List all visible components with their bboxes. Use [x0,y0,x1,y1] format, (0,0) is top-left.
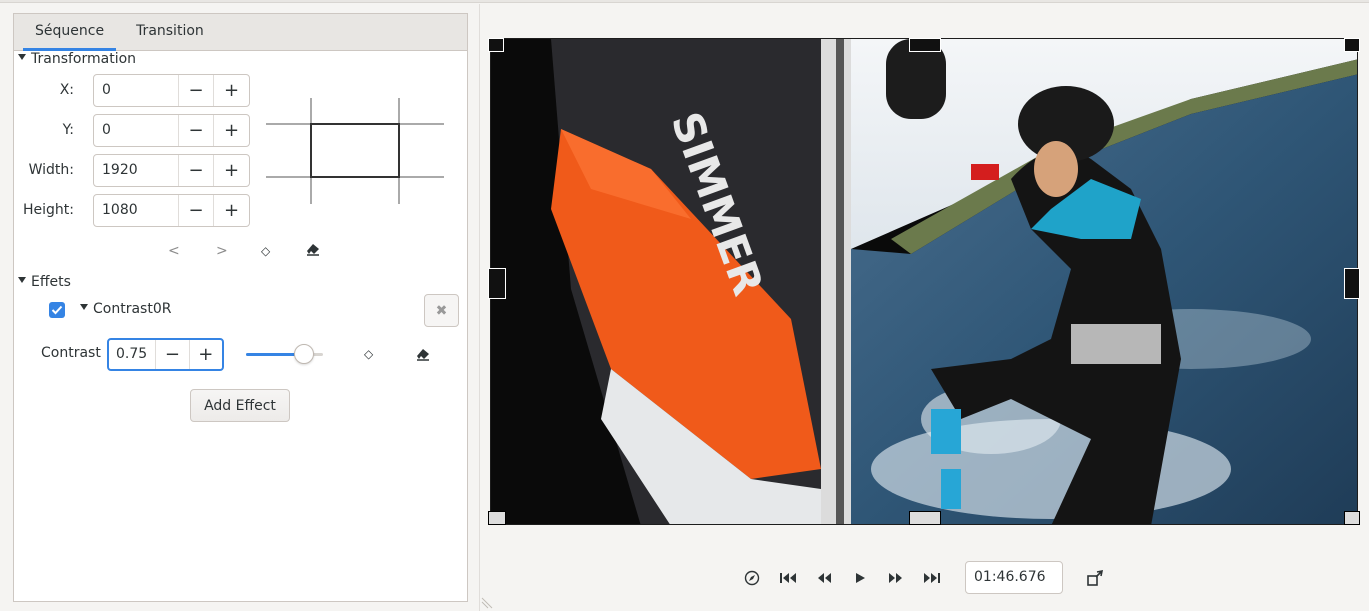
width-value[interactable]: 1920 [94,155,179,186]
y-label: Y: [62,122,74,138]
skip-to-start-button[interactable] [770,572,806,584]
contrast-reset-eraser-icon[interactable] [415,347,431,365]
jog-shuttle-button[interactable] [734,570,770,586]
tab-bar: Séquence Transition [14,14,467,51]
contrast-spinbox[interactable]: 0.75 − + [107,338,224,371]
reset-eraser-icon[interactable] [305,242,321,260]
height-decrement-button[interactable]: − [179,195,214,226]
y-value[interactable]: 0 [94,115,179,146]
video-frame-image: SIMMER [491,39,1357,524]
play-icon [856,573,865,583]
crop-handle-bottom-right[interactable] [1344,511,1360,525]
width-decrement-button[interactable]: − [179,155,214,186]
contrast-slider-knob[interactable] [293,344,314,364]
crop-handle-top-right[interactable] [1344,38,1360,52]
expand-triangle-icon [80,304,88,310]
x-value[interactable]: 0 [94,75,179,106]
close-icon: ✖ [435,302,448,319]
fast-forward-button[interactable] [878,572,914,584]
transform-keyframe-controls: < > ◇ [168,242,321,260]
height-value[interactable]: 1080 [94,195,179,226]
tab-sequence[interactable]: Séquence [23,14,117,51]
checkmark-icon [51,305,63,315]
expand-triangle-icon [18,54,26,60]
video-preview[interactable]: SIMMER [490,38,1358,525]
window-top-edge [0,0,1369,3]
contrast-increment-button[interactable]: + [188,340,222,369]
width-spinbox[interactable]: 1920 − + [93,154,250,187]
compass-icon [744,570,760,586]
width-label: Width: [28,162,74,178]
crop-handle-top[interactable] [909,38,941,52]
frame-preview-widget[interactable] [266,98,444,204]
height-increment-button[interactable]: + [214,195,249,226]
resize-grip-icon[interactable] [480,596,494,610]
skip-end-icon [924,573,940,583]
crop-handle-bottom[interactable] [909,511,941,525]
prev-keyframe-button[interactable]: < [168,243,188,259]
x-increment-button[interactable]: + [214,75,249,106]
tab-transition[interactable]: Transition [124,14,216,50]
contrast-value[interactable]: 0.75 [109,340,155,369]
x-decrement-button[interactable]: − [179,75,214,106]
effects-title: Effets [31,274,71,290]
width-increment-button[interactable]: + [214,155,249,186]
fullscreen-button[interactable] [1086,569,1104,587]
effect-enabled-checkbox[interactable] [49,302,65,318]
y-decrement-button[interactable]: − [179,115,214,146]
properties-panel: Séquence Transition Transformation X: 0 … [13,13,468,602]
expand-triangle-icon [18,277,26,283]
transformation-title: Transformation [31,51,137,67]
contrast-slider[interactable] [246,344,323,364]
exit-fullscreen-icon [1087,569,1104,586]
effect-expander[interactable]: Contrast0R [80,301,171,317]
crop-handle-right[interactable] [1344,268,1360,299]
crop-handle-bottom-left[interactable] [488,511,506,525]
contrast-keyframe-button[interactable]: ◇ [364,347,373,361]
y-spinbox[interactable]: 0 − + [93,114,250,147]
skip-to-end-button[interactable] [914,572,950,584]
add-effect-button[interactable]: Add Effect [190,389,290,422]
add-keyframe-button[interactable]: ◇ [261,244,281,258]
play-button[interactable] [842,572,878,584]
skip-start-icon [780,573,796,583]
remove-effect-button[interactable]: ✖ [424,294,459,327]
next-keyframe-button[interactable]: > [216,243,236,259]
effect-name: Contrast0R [93,301,172,317]
transformation-header[interactable]: Transformation [18,51,136,67]
height-label: Height: [23,202,74,218]
contrast-decrement-button[interactable]: − [155,340,188,369]
effects-header[interactable]: Effets [18,274,71,290]
rewind-button[interactable] [806,572,842,584]
transport-controls [734,562,950,594]
height-spinbox[interactable]: 1080 − + [93,194,250,227]
y-increment-button[interactable]: + [214,115,249,146]
rewind-icon [818,573,831,583]
x-spinbox[interactable]: 0 − + [93,74,250,107]
crop-handle-left[interactable] [488,268,506,299]
x-label: X: [59,82,74,98]
contrast-label: Contrast [41,345,101,361]
timecode-display[interactable]: 01:46.676 [965,561,1063,594]
fast-forward-icon [889,573,902,583]
crop-handle-top-left[interactable] [488,38,504,52]
